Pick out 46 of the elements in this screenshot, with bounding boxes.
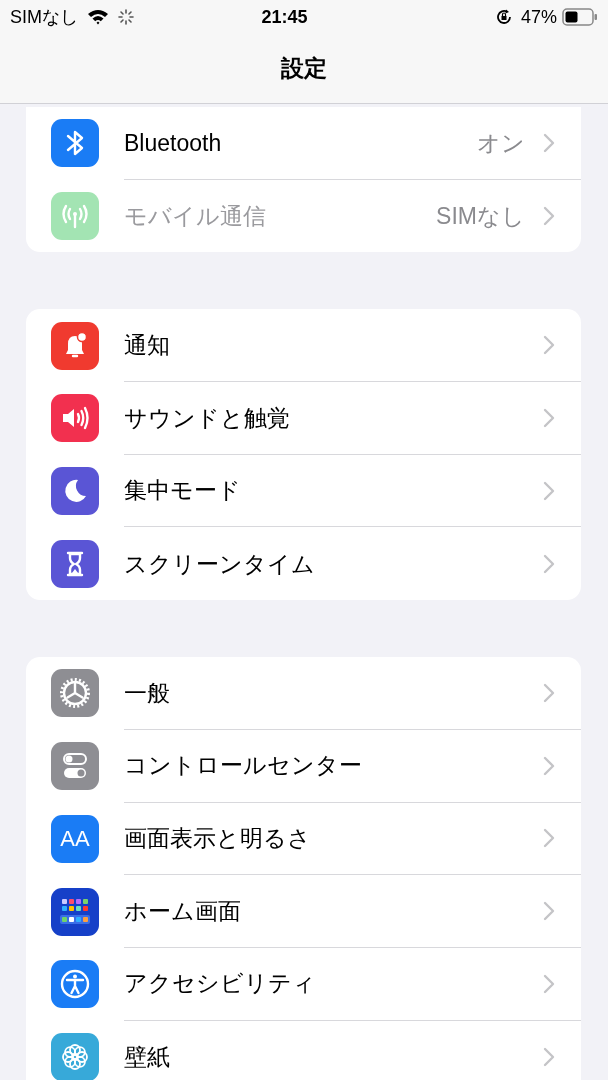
chevron-icon [543, 553, 555, 574]
battery-percent: 47% [520, 5, 557, 29]
chevron-icon [543, 132, 555, 153]
settings-row[interactable]: Bluetooth オン [26, 107, 581, 180]
text-size-icon: AA [51, 814, 99, 863]
loading-icon [118, 9, 134, 25]
row-label: モバイル通信 [124, 201, 267, 231]
chevron-icon [543, 335, 555, 356]
row-value: オン [477, 128, 525, 158]
settings-row[interactable]: 通知 [26, 309, 581, 383]
row-label: 通知 [124, 330, 171, 360]
settings-row[interactable]: コントロールセンター [26, 729, 581, 803]
settings-row[interactable]: スクリーンタイム [26, 527, 581, 601]
settings-row[interactable]: サウンドと触覚 [26, 382, 581, 455]
clock-text: 21:45 [260, 5, 309, 29]
row-label: Bluetooth [124, 128, 223, 158]
chevron-icon [543, 755, 555, 776]
chevron-icon [543, 407, 555, 428]
row-label: 一般 [124, 678, 171, 708]
carrier-text: SIMなし [10, 5, 78, 29]
row-label: スクリーンタイム [124, 549, 316, 579]
row-value: SIMなし [436, 201, 525, 231]
settings-row[interactable]: AA 画面表示と明るさ [26, 802, 581, 876]
row-label: 画面表示と明るさ [124, 824, 312, 854]
battery-icon [562, 8, 598, 26]
nav-title: 設定 [281, 54, 327, 84]
chevron-icon [543, 206, 555, 227]
chevron-icon [543, 1046, 555, 1067]
chevron-icon [543, 901, 555, 922]
settings-row[interactable]: 一般 [26, 657, 581, 730]
settings-row[interactable]: 集中モード [26, 454, 581, 528]
chevron-icon [543, 480, 555, 501]
chevron-icon [543, 828, 555, 849]
chevron-icon [543, 682, 555, 703]
row-label: サウンドと触覚 [124, 403, 291, 433]
row-label: 集中モード [124, 476, 242, 506]
row-label: コントロールセンター [124, 751, 363, 781]
settings-row[interactable]: ホーム画面 [26, 875, 581, 948]
row-label: アクセシビリティ [124, 969, 317, 999]
settings-row[interactable]: 壁紙 [26, 1020, 581, 1080]
orientation-lock-icon [494, 8, 513, 26]
row-label: 壁紙 [124, 1042, 171, 1072]
row-label: ホーム画面 [124, 896, 242, 926]
settings-row[interactable]: アクセシビリティ [26, 947, 581, 1021]
wifi-icon [86, 8, 110, 26]
chevron-icon [543, 973, 555, 994]
